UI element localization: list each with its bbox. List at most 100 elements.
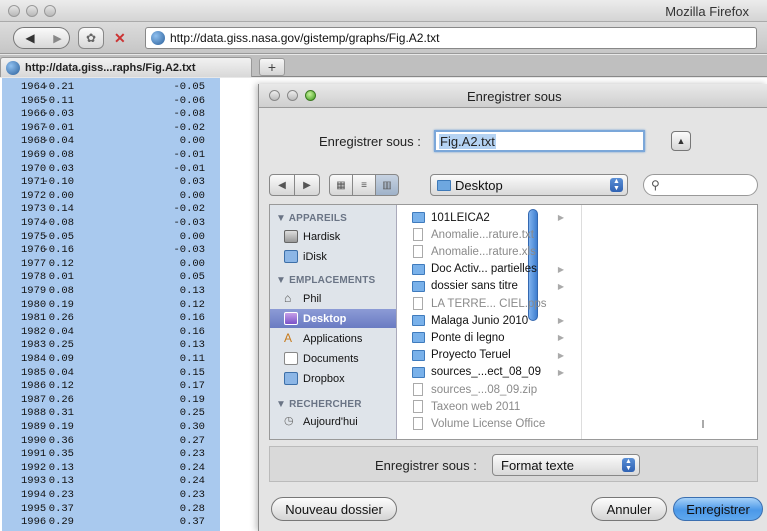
minimize-window-button[interactable] <box>26 5 38 17</box>
format-popup[interactable]: Format texte ▲ ▼ <box>492 454 640 476</box>
file-list-item[interactable]: Anomalie...rature.txt <box>398 226 566 243</box>
new-tab-button[interactable]: + <box>259 58 285 76</box>
file-cell-col3: 0.27 <box>179 434 205 447</box>
close-window-button[interactable] <box>8 5 20 17</box>
zoom-window-button[interactable] <box>44 5 56 17</box>
idisk-icon <box>284 250 298 263</box>
columns-icon: ▥ <box>382 179 392 191</box>
folder-icon <box>412 366 425 378</box>
sidebar-item-desktop[interactable]: Desktop <box>270 309 396 328</box>
file-list-item[interactable]: dossier sans titre ▶ <box>398 278 566 295</box>
file-list-item[interactable]: LA TERRE... CIEL.pps <box>398 295 566 312</box>
file-list-item[interactable]: Anomalie...rature.xls <box>398 243 566 260</box>
file-cell-year: 1973 <box>21 203 47 216</box>
file-cell-col2: 0.08 <box>48 285 74 297</box>
save-button[interactable]: Enregistrer <box>673 497 763 521</box>
file-cell-col3: 0.00 <box>179 257 205 270</box>
file-cell-col3: 0.05 <box>179 271 205 284</box>
file-cell-col3: -0.05 <box>173 81 205 93</box>
window-title: Mozilla Firefox <box>665 4 749 19</box>
cancel-button[interactable]: Annuler <box>591 497 667 521</box>
folder-icon <box>412 349 425 361</box>
collapse-dialog-button[interactable]: ▲ <box>671 131 691 151</box>
desktop-folder-icon <box>437 179 451 191</box>
file-cell-col2: 0.04 <box>48 325 74 338</box>
file-cell-col2: -0.11 <box>42 94 74 107</box>
file-cell-col3: 0.03 <box>179 176 205 189</box>
file-list-item[interactable]: 101LEICA2 ▶ <box>398 209 566 226</box>
file-cell-col2: 0.00 <box>48 189 74 202</box>
file-cell-col2: 0.01 <box>48 271 74 284</box>
search-input[interactable]: ⚲ <box>643 174 758 196</box>
triangle-up-icon: ▲ <box>676 136 686 146</box>
format-label: Enregistrer sous : <box>375 458 477 473</box>
dialog-zoom-light[interactable] <box>305 90 316 101</box>
icon-view-button[interactable]: ▦ <box>329 174 353 196</box>
tab-active[interactable]: http://data.giss...raphs/Fig.A2.txt <box>0 57 252 77</box>
sidebar-item-documents[interactable]: Documents <box>270 349 396 368</box>
file-list-item[interactable]: sources_...08_09.zip <box>398 381 566 398</box>
sidebar-item-applications[interactable]: A Applications <box>270 329 396 348</box>
file-name: Malaga Junio 2010 <box>431 314 529 327</box>
file-cell-col3: -0.02 <box>173 203 205 216</box>
file-cell-year: 1987 <box>21 393 47 406</box>
file-list-item[interactable]: Malaga Junio 2010 ▶ <box>398 312 566 329</box>
window-titlebar: Mozilla Firefox <box>0 0 767 22</box>
file-name: dossier sans titre <box>431 280 518 293</box>
folder-icon <box>412 280 425 292</box>
text-file-selection[interactable]: 1964 -0.21 -0.05 1965 -0.11 -0.06 1966 -0.03 -0.… <box>2 78 220 531</box>
sidebar-item-dropbox[interactable]: Dropbox <box>270 369 396 388</box>
bookmark-button[interactable]: ✿ <box>78 27 104 49</box>
new-folder-button[interactable]: Nouveau dossier <box>271 497 397 521</box>
file-cell-col2: 0.19 <box>48 421 74 433</box>
disclosure-chevron-icon: ▶ <box>557 350 564 360</box>
sidebar-item-today[interactable]: ◷ Aujourd'hui <box>270 412 396 431</box>
column-resize-handle[interactable] <box>702 420 704 428</box>
back-arrow-icon: ◀ <box>25 31 35 45</box>
back-triangle-icon: ◀ <box>278 179 286 191</box>
sidebar-item-label: Hardisk <box>303 230 341 243</box>
file-cell-col3: 0.19 <box>179 393 205 406</box>
file-cell-col2: 0.19 <box>48 298 74 311</box>
column-view-button[interactable]: ▥ <box>375 174 399 196</box>
file-cell-year: 1972 <box>21 189 47 202</box>
dialog-close-light <box>269 90 280 101</box>
file-list-item[interactable]: Proyecto Teruel ▶ <box>398 347 566 364</box>
dialog-back-button[interactable]: ◀ <box>269 174 295 196</box>
file-list-item[interactable]: Volume License Office <box>398 415 566 432</box>
back-button[interactable]: ◀ <box>13 27 47 49</box>
file-list-item[interactable]: Ponte di legno ▶ <box>398 329 566 346</box>
file-name: Taxeon web 2011 <box>431 400 521 413</box>
file-cell-col2: 0.14 <box>48 203 74 216</box>
file-cell-col3: -0.02 <box>173 121 205 134</box>
forward-triangle-icon: ▶ <box>303 179 311 191</box>
file-list-item[interactable]: Taxeon web 2011 <box>398 398 566 415</box>
file-cell-col3: 0.23 <box>179 448 205 461</box>
file-list-item[interactable]: sources_...ect_08_09 ▶ <box>398 364 566 381</box>
stop-button[interactable]: ✕ <box>114 30 136 46</box>
file-cell-col3: 0.12 <box>179 298 205 311</box>
file-name: Anomalie...rature.xls <box>431 245 536 258</box>
file-cell-col2: 0.29 <box>48 516 74 529</box>
sidebar-item-label: Desktop <box>303 312 347 325</box>
sidebar-heading-devices: ▼ APPAREILS <box>276 213 347 224</box>
file-cell-col2: 0.26 <box>48 393 74 406</box>
sidebar-item-hardisk[interactable]: Hardisk <box>270 227 396 246</box>
file-cell-col3: -0.03 <box>173 217 205 229</box>
forward-button[interactable]: ▶ <box>46 27 70 49</box>
file-cell-year: 1985 <box>21 366 47 379</box>
sidebar-item-phil[interactable]: ⌂ Phil <box>270 289 396 308</box>
list-view-button[interactable]: ≡ <box>352 174 376 196</box>
filename-field[interactable]: Fig.A2.txt <box>434 130 645 152</box>
dialog-forward-button[interactable]: ▶ <box>294 174 320 196</box>
file-cell-year: 1996 <box>21 516 47 529</box>
location-popup[interactable]: Desktop ▲ ▼ <box>430 174 628 196</box>
list-icon: ≡ <box>361 179 367 191</box>
file-name: Ponte di legno <box>431 331 505 344</box>
file-cell-col2: 0.35 <box>48 448 74 461</box>
file-list-item[interactable]: Doc Activ... partielles ▶ <box>398 261 566 278</box>
url-bar[interactable]: http://data.giss.nasa.gov/gistemp/graphs… <box>145 27 757 49</box>
file-cell-col3: 0.24 <box>179 461 205 474</box>
sidebar-item-idisk[interactable]: iDisk <box>270 247 396 266</box>
file-cell-col3: 0.13 <box>179 285 205 297</box>
